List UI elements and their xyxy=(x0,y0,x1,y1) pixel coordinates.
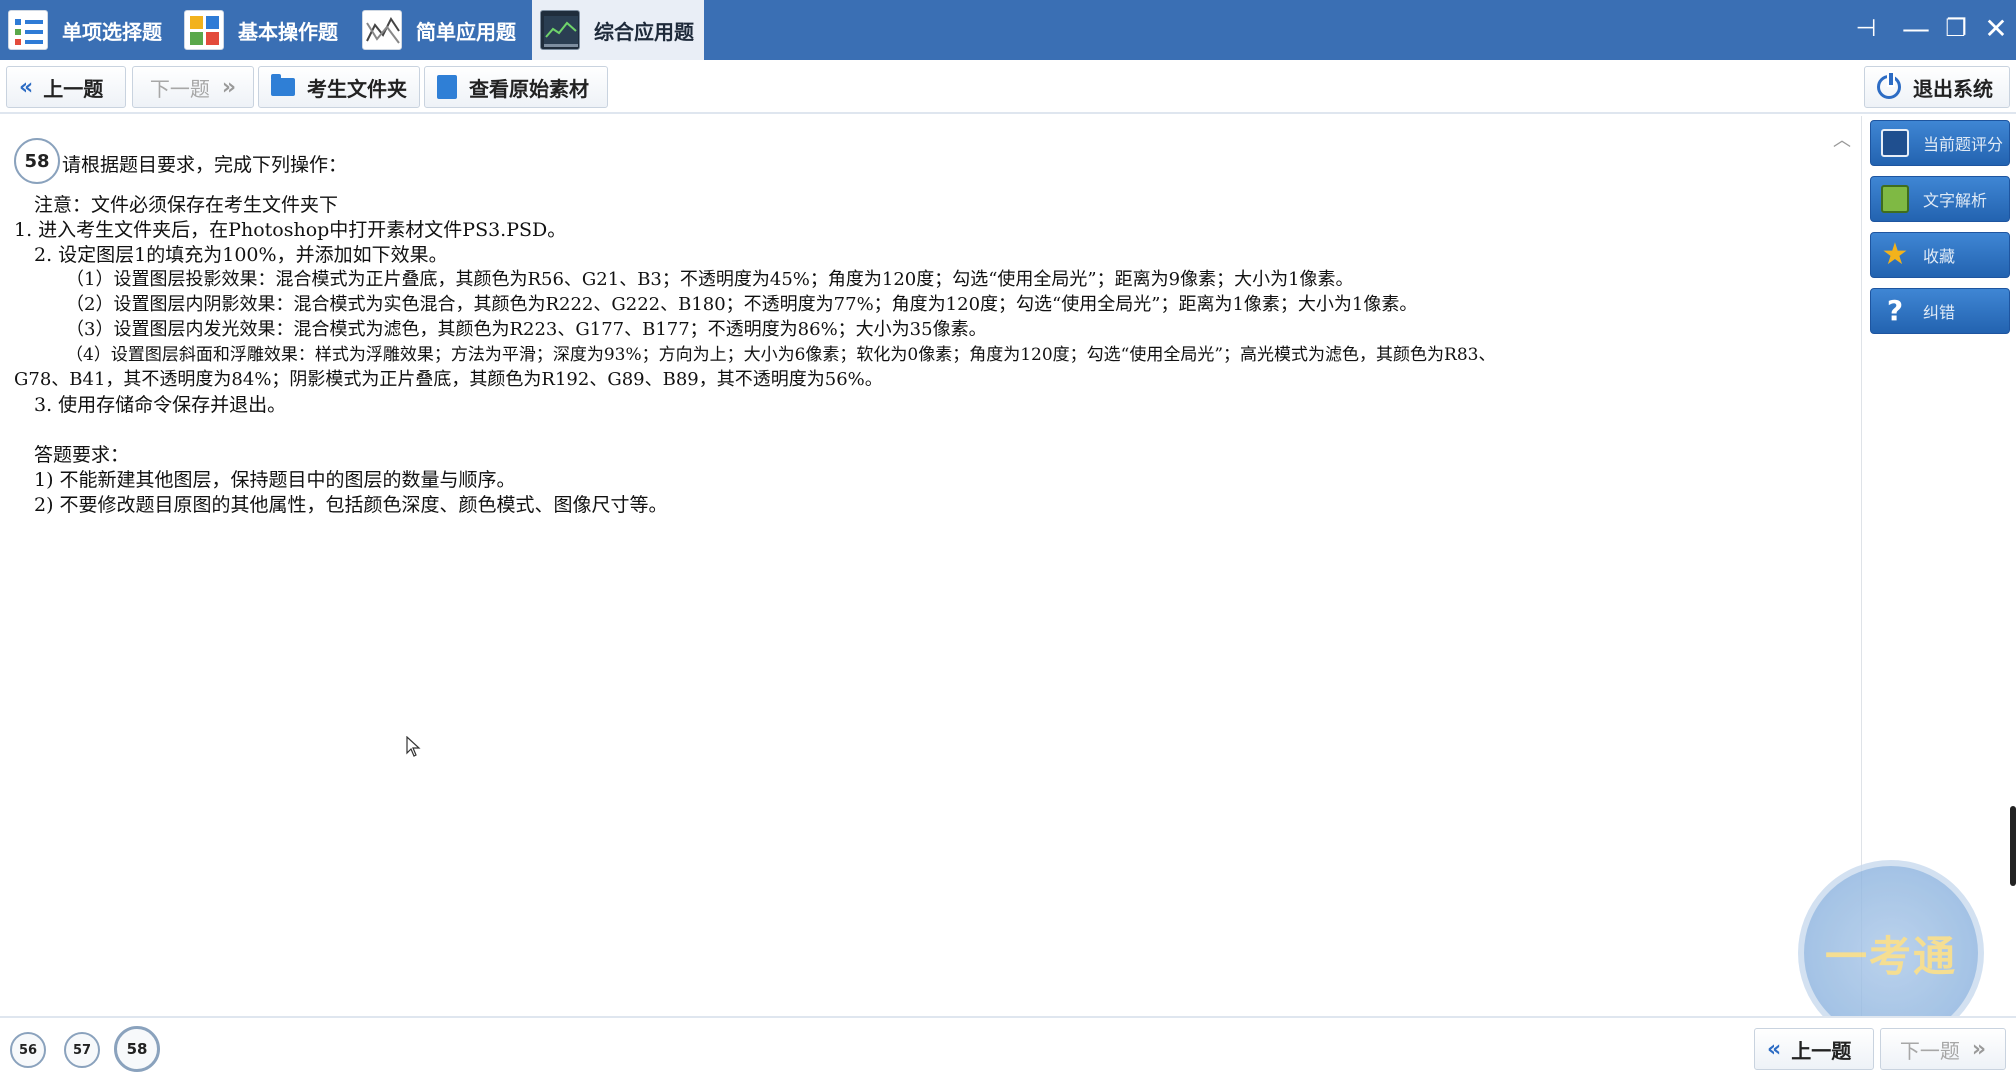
side-label: 当前题评分 xyxy=(1923,135,2004,154)
view-material-button[interactable]: 查看原始素材 xyxy=(424,66,608,108)
tab-basic-operation[interactable]: 基本操作题 xyxy=(176,0,352,60)
power-icon xyxy=(1877,71,1901,99)
mouse-cursor-icon xyxy=(406,736,421,757)
text-analysis-button[interactable]: 文字解析 xyxy=(1870,176,2010,222)
question-substep: （3）设置图层内发光效果：混合模式为滤色，其颜色为R223、G177、B177；… xyxy=(66,319,987,340)
scroll-up-icon[interactable]: ︿ xyxy=(1833,126,1851,152)
exit-label: 退出系统 xyxy=(1913,76,1993,101)
question-substep: （1）设置图层投影效果：混合模式为正片叠底，其颜色为R56、G21、B3；不透明… xyxy=(66,269,1354,290)
double-chevron-right-icon: » xyxy=(221,74,237,100)
side-label: 收藏 xyxy=(1923,247,1956,266)
question-step: 2. 设定图层1的填充为100%，并添加如下效果。 xyxy=(34,244,448,266)
prev-label: 上一题 xyxy=(43,76,104,101)
minimize-icon[interactable]: — xyxy=(1896,8,1936,48)
restore-icon[interactable]: ❐ xyxy=(1936,8,1976,48)
side-label: 纠错 xyxy=(1923,303,1956,322)
grid-icon xyxy=(184,10,224,50)
folder-label: 考生文件夹 xyxy=(307,76,407,101)
question-substep: （4）设置图层斜面和浮雕效果：样式为浮雕效果；方法为平滑；深度为93%；方向为上… xyxy=(66,345,1496,365)
toolbar: « 上一题 下一题 » 考生文件夹 查看原始素材 退出系统 xyxy=(0,60,2016,114)
question-intro: 请根据题目要求，完成下列操作： xyxy=(62,154,348,176)
tab-label: 单项选择题 xyxy=(62,19,162,44)
double-chevron-left-icon: « xyxy=(19,74,34,100)
pin-icon[interactable]: ⊣ xyxy=(1846,8,1886,48)
bottom-navigation: 56 57 58 « 上一题 下一题 » xyxy=(0,1016,2016,1080)
double-chevron-right-icon: » xyxy=(1971,1036,1987,1062)
side-drag-handle[interactable] xyxy=(2010,806,2016,886)
next-label: 下一题 xyxy=(149,76,210,101)
question-step: 3. 使用存储命令保存并退出。 xyxy=(34,394,287,416)
question-number-badge: 58 xyxy=(14,138,60,184)
view-material-label: 查看原始素材 xyxy=(469,76,589,101)
requirement-item: 1) 不能新建其他图层，保持题目中的图层的数量与顺序。 xyxy=(34,469,516,491)
tab-single-choice[interactable]: 单项选择题 xyxy=(0,0,172,60)
tab-comprehensive-application[interactable]: 综合应用题 xyxy=(532,0,704,60)
requirement-item: 2) 不要修改题目原图的其他属性，包括颜色深度、颜色模式、图像尺寸等。 xyxy=(34,494,668,516)
prev-label: 上一题 xyxy=(1791,1038,1852,1063)
question-substep: （2）设置图层内阴影效果：混合模式为实色混合，其颜色为R222、G222、B18… xyxy=(66,294,1418,315)
category-bar: 单项选择题 基本操作题 简单应用题 综合应用题 ⊣ — ❐ ✕ xyxy=(0,0,2016,60)
document-icon xyxy=(437,75,457,99)
exit-system-button[interactable]: 退出系统 xyxy=(1864,66,2010,108)
question-note: 注意：文件必须保存在考生文件夹下 xyxy=(34,194,339,216)
question-nav-item-current[interactable]: 58 xyxy=(114,1026,160,1072)
side-label: 文字解析 xyxy=(1923,191,1988,210)
question-nav-item[interactable]: 56 xyxy=(10,1032,46,1068)
help-icon: ? xyxy=(1886,294,1904,327)
tab-label: 基本操作题 xyxy=(238,19,338,44)
prev-question-button[interactable]: « 上一题 xyxy=(6,66,126,108)
report-error-button[interactable]: ? 纠错 xyxy=(1870,288,2010,334)
double-chevron-left-icon: « xyxy=(1767,1036,1782,1062)
star-icon: ★ xyxy=(1881,237,1909,272)
folder-icon xyxy=(271,74,295,96)
question-panel: ︿ 58 请根据题目要求，完成下列操作： 注意：文件必须保存在考生文件夹下 1.… xyxy=(0,116,1862,1016)
bottom-next-button[interactable]: 下一题 » xyxy=(1880,1028,2006,1070)
close-icon[interactable]: ✕ xyxy=(1976,8,2016,48)
watermark-text: 一考通 xyxy=(1824,931,1957,981)
tab-simple-application[interactable]: 简单应用题 xyxy=(354,0,530,60)
chart-icon xyxy=(362,10,402,50)
question-substep-continued: G78、B41，其不透明度为84%；阴影模式为正片叠底，其颜色为R192、G89… xyxy=(14,369,883,390)
tab-label: 综合应用题 xyxy=(594,19,694,44)
text-icon xyxy=(1881,185,1909,213)
question-step: 1. 进入考生文件夹后，在Photoshop中打开素材文件PS3.PSD。 xyxy=(14,219,567,241)
tab-label: 简单应用题 xyxy=(416,19,516,44)
next-question-button[interactable]: 下一题 » xyxy=(132,66,254,108)
list-icon xyxy=(8,10,48,50)
question-nav-item[interactable]: 57 xyxy=(64,1032,100,1068)
score-current-button[interactable]: 当前题评分 xyxy=(1870,120,2010,166)
requirements-heading: 答题要求： xyxy=(34,444,130,466)
image-icon xyxy=(540,10,580,50)
bottom-prev-button[interactable]: « 上一题 xyxy=(1754,1028,1874,1070)
next-label: 下一题 xyxy=(1899,1038,1960,1063)
favorite-button[interactable]: ★ 收藏 xyxy=(1870,232,2010,278)
save-icon xyxy=(1881,129,1909,157)
candidate-folder-button[interactable]: 考生文件夹 xyxy=(258,66,420,108)
